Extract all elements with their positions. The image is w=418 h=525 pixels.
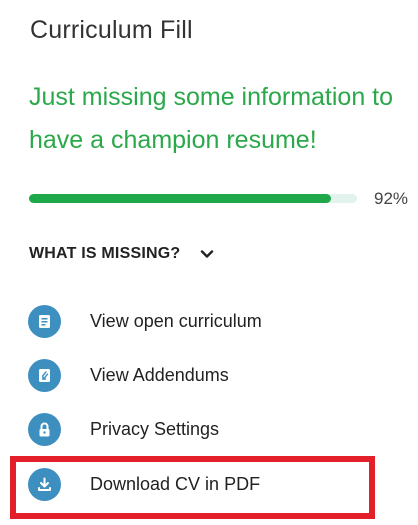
attachment-document-icon	[28, 358, 61, 392]
document-icon	[28, 304, 61, 338]
what-is-missing-toggle[interactable]: WHAT IS MISSING?	[29, 245, 214, 263]
curriculum-fill-panel: Curriculum Fill Just missing some inform…	[0, 0, 418, 525]
progress-bar-fill	[29, 194, 331, 203]
completion-message: Just missing some information to have a …	[29, 83, 394, 154]
chevron-down-icon	[201, 250, 214, 258]
menu-item-label: View Addendums	[90, 364, 229, 385]
progress-bar-track	[29, 194, 357, 203]
menu-item-view-open-curriculum[interactable]: View open curriculum	[28, 304, 262, 338]
progress-row: 92%	[29, 189, 418, 209]
lock-icon	[28, 412, 61, 446]
menu-item-label: Privacy Settings	[90, 418, 220, 439]
highlight-annotation-box	[10, 456, 375, 519]
menu-item-view-addendums[interactable]: View Addendums	[28, 358, 229, 392]
progress-percentage: 92%	[374, 189, 409, 208]
what-is-missing-label: WHAT IS MISSING?	[29, 245, 181, 262]
menu-item-label: View open curriculum	[90, 310, 262, 331]
menu-item-privacy-settings[interactable]: Privacy Settings	[28, 412, 219, 446]
panel-title: Curriculum Fill	[30, 16, 193, 44]
